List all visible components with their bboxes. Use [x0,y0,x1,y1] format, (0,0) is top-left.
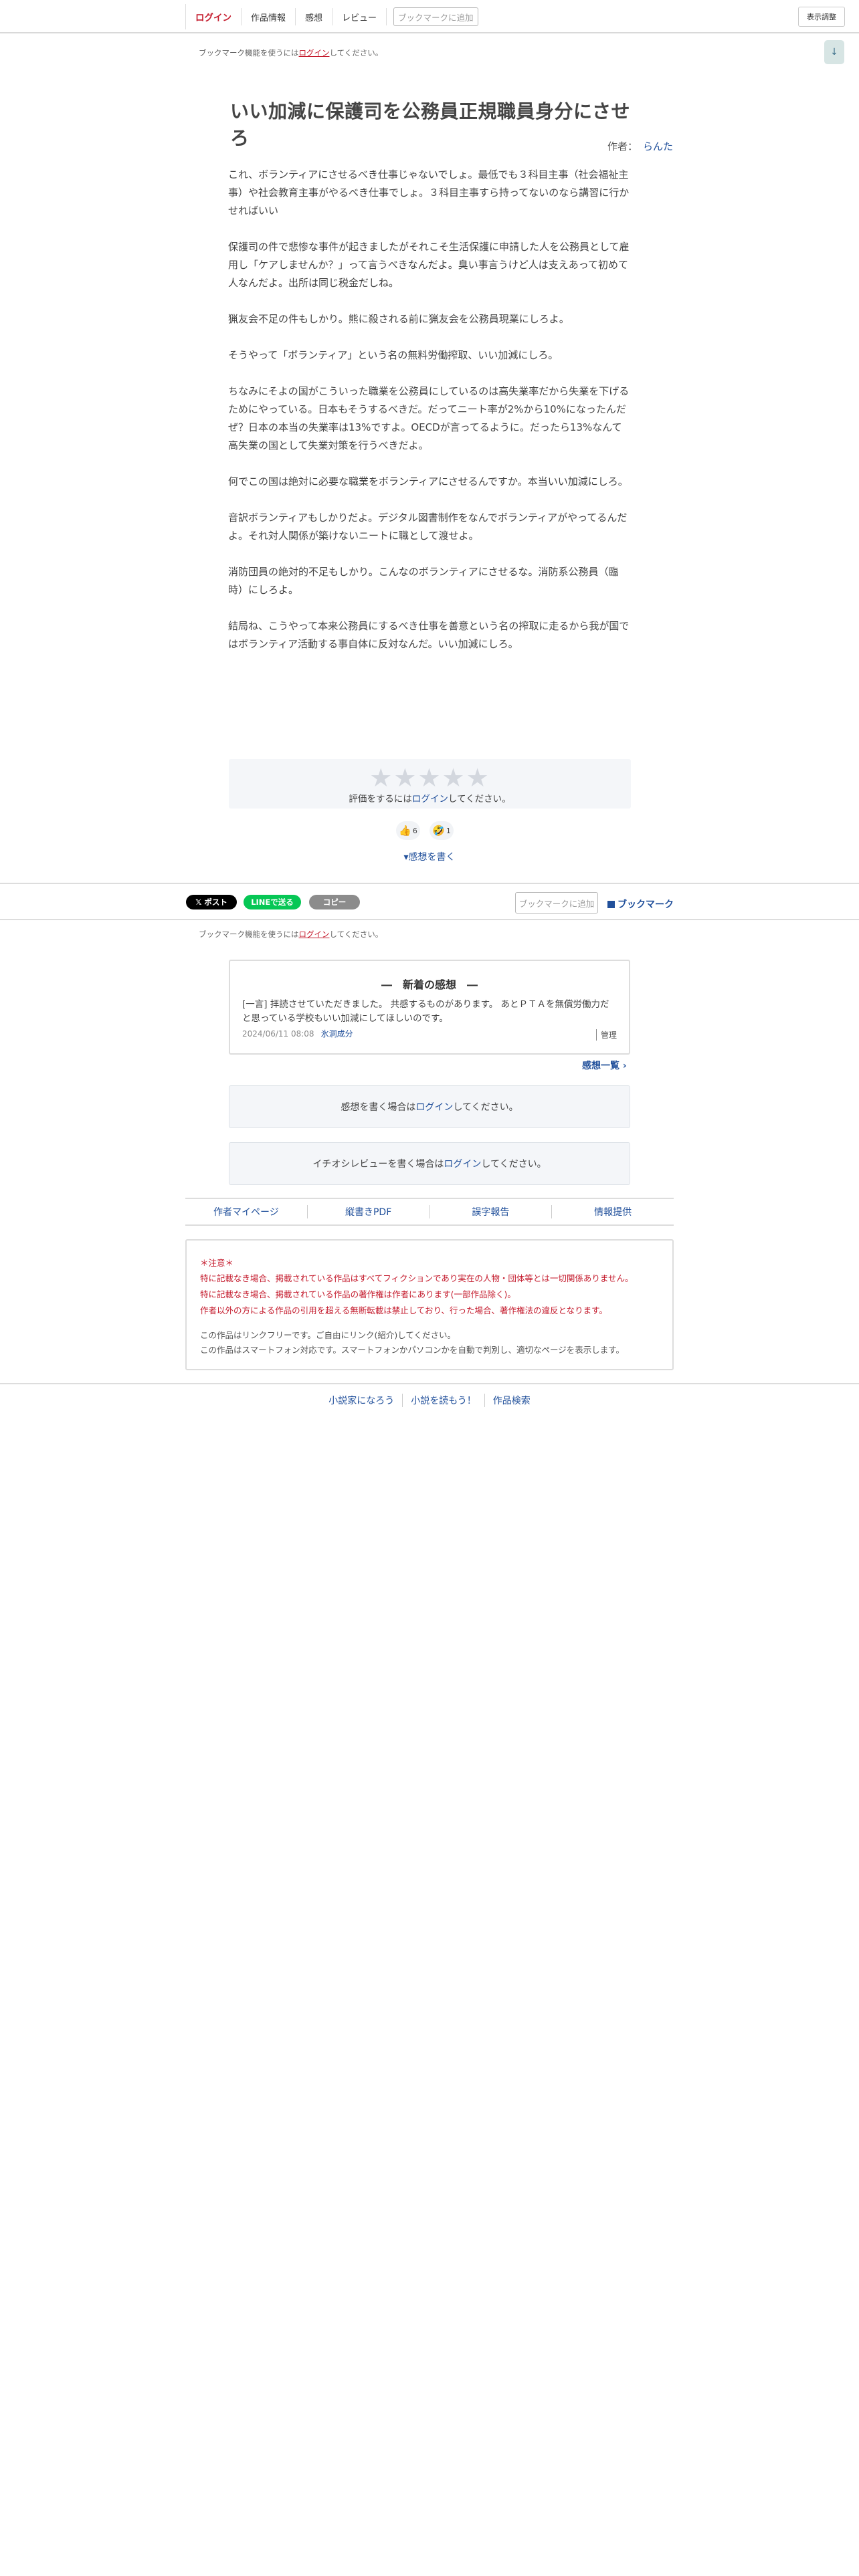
star-icon[interactable]: ★ [369,763,393,792]
line-share-button[interactable]: LINEで送る [244,895,301,909]
notice-line: 特に記載なき場合、掲載されている作品はすべてフィクションであり実在の人物・団体等… [200,1273,634,1283]
reaction-count: 1 [446,826,451,835]
recent-impressions-heading: ― 新着の感想 ― [381,978,478,991]
top-nav: ログイン 作品情報 感想 レビュー ブックマークに追加 表示調整 [0,0,859,33]
reaction-count: 6 [412,826,417,835]
impression-list-link[interactable]: 感想一覧 › [582,1059,627,1072]
bookmark-notice-suffix: してください。 [329,930,383,939]
story-paragraph: これ、ボランティアにさせるべき仕事じゃないでしょ。最低でも３科目主事（社会福祉主… [228,169,630,217]
share-bar: 𝕏 ポスト LINEで送る コピー ブックマークに追加 ブックマーク [0,883,859,920]
star-icon[interactable]: ★ [417,763,442,792]
impression-login-link[interactable]: ログイン [415,1100,453,1113]
review-login-box: イチオシレビューを書く場合は ログイン してください。 [229,1142,630,1185]
story-paragraph: 猟友会不足の件もしかり。熊に殺される前に猟友会を公務員現業にしろよ。 [228,313,569,325]
recent-impressions-box: ― 新着の感想 ― [一言] 拝読させていただきました。 共感するものがあります… [229,960,630,1055]
story-body: これ、ボランティアにさせるべき仕事じゃないでしょ。最低でも３科目主事（社会福祉主… [228,166,631,671]
work-info-link[interactable]: 作品情報 [242,8,296,25]
review-login-suffix: してください。 [481,1159,547,1170]
impression-login-suffix: してください。 [453,1102,518,1113]
bookmark-add-button[interactable]: ブックマークに追加 [393,7,478,26]
footer-links: 作者マイページ 縦書きPDF 誤字報告 情報提供 [185,1198,674,1226]
bookmark-add-button-2[interactable]: ブックマークに追加 [515,892,598,914]
author-line: 作者： らんた [607,139,673,153]
login-link[interactable]: ログイン [186,8,242,25]
bookmark-icon [607,901,615,908]
bookmark-link[interactable]: ブックマーク [607,897,674,911]
star-icon[interactable]: ★ [442,763,466,792]
star-icon[interactable]: ★ [466,763,490,792]
review-link[interactable]: レビュー [332,8,387,25]
story-paragraph: 結局ね、こうやって本来公務員にするべき仕事を善意という名の搾取に走るから我が国で… [228,620,630,650]
bottom-links: 小説家になろう 小説を読もう！ 作品検索 [0,1394,859,1407]
impression-login-box: 感想を書く場合は ログイン してください。 [229,1085,630,1128]
copy-button[interactable]: コピー [309,895,360,909]
display-adjust-button[interactable]: 表示調整 [798,7,845,27]
story-paragraph: そうやって「ボランティア」という名の無料労働搾取、いい加減にしろ。 [228,349,559,361]
yomou-link[interactable]: 小説を読もう！ [403,1394,484,1407]
bookmark-notice-2: ブックマーク機能を使うにはログインしてください。 [199,929,383,940]
notice-line: この作品はリンクフリーです。ご自由にリンク(紹介)してください。 [200,1330,456,1340]
review-login-link[interactable]: ログイン [444,1157,481,1170]
author-mypage-link[interactable]: 作者マイページ [185,1199,307,1224]
bookmark-notice-login-link[interactable]: ログイン [299,930,330,939]
write-impression-link[interactable]: ▾感想を書く [0,850,859,863]
reaction-thumbs-up[interactable]: 👍 6 [396,821,420,840]
bookmark-notice: ブックマーク機能を使うにはログインしてください。 [199,47,383,58]
notice-line: 作者以外の方による作品の引用を超える無断転載は禁止しており、行った場合、著作権法… [200,1305,607,1315]
bookmark-notice-prefix: ブックマーク機能を使うには [199,48,299,58]
arrow-down-icon: ↓ [830,47,838,58]
bookmark-notice-login-link[interactable]: ログイン [299,48,330,58]
info-provide-link[interactable]: 情報提供 [552,1199,674,1224]
impression-login-prefix: 感想を書く場合は [341,1102,416,1113]
impression-date: 2024/06/11 08:08 [242,1029,314,1039]
notice-line: 特に記載なき場合、掲載されている作品の著作権は作者にあります(一部作品除く)。 [200,1289,516,1299]
review-login-prefix: イチオシレビューを書く場合は [312,1159,444,1170]
rating-login-notice: 評価をするにはログインしてください。 [229,791,631,804]
manage-link[interactable]: 管理 [595,1029,617,1041]
notice-gray-lines: この作品はリンクフリーです。ご自由にリンク(紹介)してください。 この作品はスマ… [200,1328,624,1358]
story-paragraph: ちなみにそよの国がこういった職業を公務員にしているのは高失業率だから失業を下げる… [228,385,630,451]
author-name-link[interactable]: らんた [643,140,673,152]
recent-impression-text: [一言] 拝読させていただきました。 共感するものがあります。 あとＰＴＡを無償… [242,999,609,1024]
star-rating[interactable]: ★★★★★ [229,763,631,792]
notice-box: ＊注意＊ 特に記載なき場合、掲載されている作品はすべてフィクションであり実在の人… [185,1239,674,1370]
star-icon[interactable]: ★ [393,763,417,792]
reactions: 👍 6 🤣 1 [396,821,454,840]
author-label: 作者： [607,140,638,152]
bookmark-label: ブックマーク [617,899,674,910]
x-post-button[interactable]: 𝕏 ポスト [186,895,237,909]
notice-line: この作品はスマートフォン対応です。スマートフォンかパソコンかを自動で判別し、適切… [200,1345,625,1355]
thumbs-up-icon: 👍 [399,825,411,837]
impressions-link[interactable]: 感想 [296,8,333,25]
bookmark-notice-suffix: してください。 [329,48,383,58]
divider [0,1383,859,1384]
work-search-link[interactable]: 作品検索 [485,1394,539,1407]
vertical-pdf-link[interactable]: 縦書きPDF [308,1199,430,1224]
story-paragraph: 何でこの国は絶対に必要な職業をボランティアにさせるんですか。本当いい加減にしろ。 [228,475,628,488]
rating-notice-prefix: 評価をするには [349,794,412,804]
notice-red-lines: 特に記載なき場合、掲載されている作品はすべてフィクションであり実在の人物・団体等… [200,1271,634,1319]
rating-login-link[interactable]: ログイン [412,794,448,804]
impression-user-link[interactable]: 氷洞成分 [321,1029,353,1039]
story-paragraph: 保護司の件で悲惨な事件が起きましたがそれこそ生活保護に申請した人を公務員として雇… [228,241,630,289]
laughing-face-icon: 🤣 [432,825,445,837]
nav-items: ログイン 作品情報 感想 レビュー ブックマークに追加 [185,4,478,29]
typo-report-link[interactable]: 誤字報告 [430,1199,552,1224]
bookmark-notice-prefix: ブックマーク機能を使うには [199,930,299,939]
rating-box: ★★★★★ 評価をするにはログインしてください。 [229,759,631,809]
reaction-laughing[interactable]: 🤣 1 [430,821,454,840]
scroll-down-button[interactable]: ↓ [824,40,844,64]
story-paragraph: 消防団員の絶対的不足もしかり。こんなのボランティアにさせるな。消防系公務員（臨時… [228,566,619,596]
story-paragraph: 音訳ボランティアもしかりだよ。デジタル図書制作をなんでボランティアがやってるんだ… [228,512,628,542]
recent-impression-meta: 2024/06/11 08:08 氷洞成分 [242,1028,353,1039]
work-title: いい加減に保護司を公務員正規職員身分にさせろ [230,100,630,149]
notice-heading: ＊注意＊ [200,1258,234,1268]
narou-link[interactable]: 小説家になろう [320,1394,402,1407]
rating-notice-suffix: してください。 [448,794,511,804]
